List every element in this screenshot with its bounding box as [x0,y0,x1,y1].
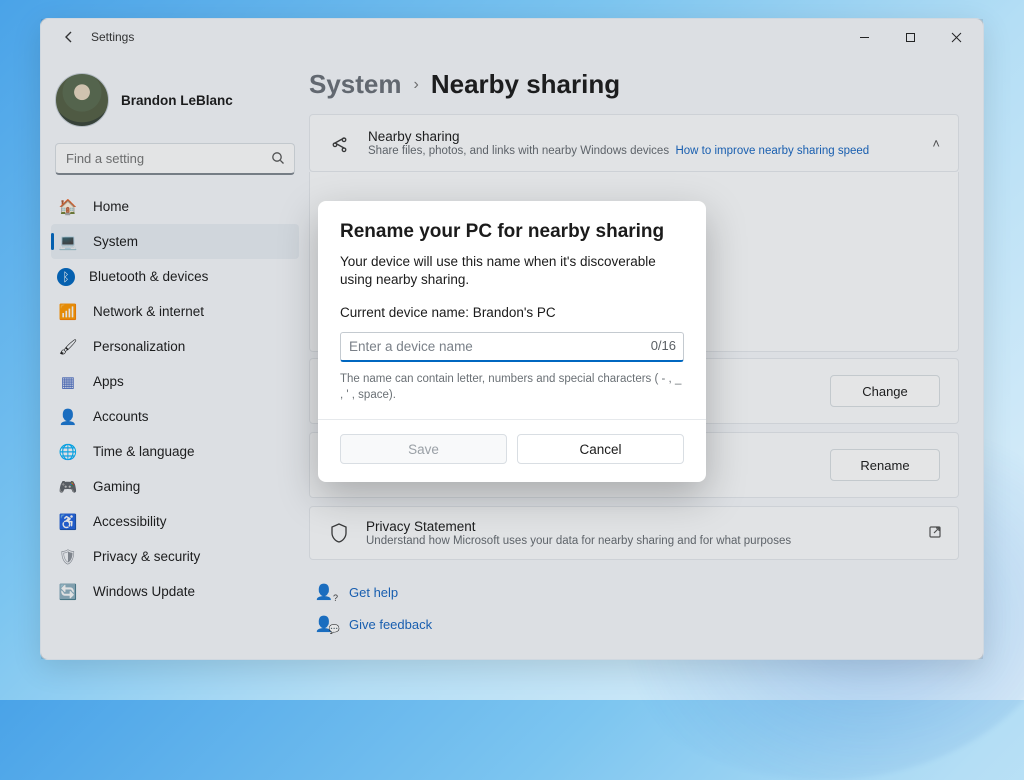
current-device-name: Current device name: Brandon's PC [340,305,684,320]
char-count: 0/16 [651,338,676,353]
save-button[interactable]: Save [340,434,507,464]
cancel-button[interactable]: Cancel [517,434,684,464]
device-name-input[interactable] [340,332,684,362]
input-hint: The name can contain letter, numbers and… [340,372,684,403]
dialog-description: Your device will use this name when it's… [340,253,684,289]
dialog-title: Rename your PC for nearby sharing [340,221,684,243]
rename-pc-dialog: Rename your PC for nearby sharing Your d… [318,201,706,482]
